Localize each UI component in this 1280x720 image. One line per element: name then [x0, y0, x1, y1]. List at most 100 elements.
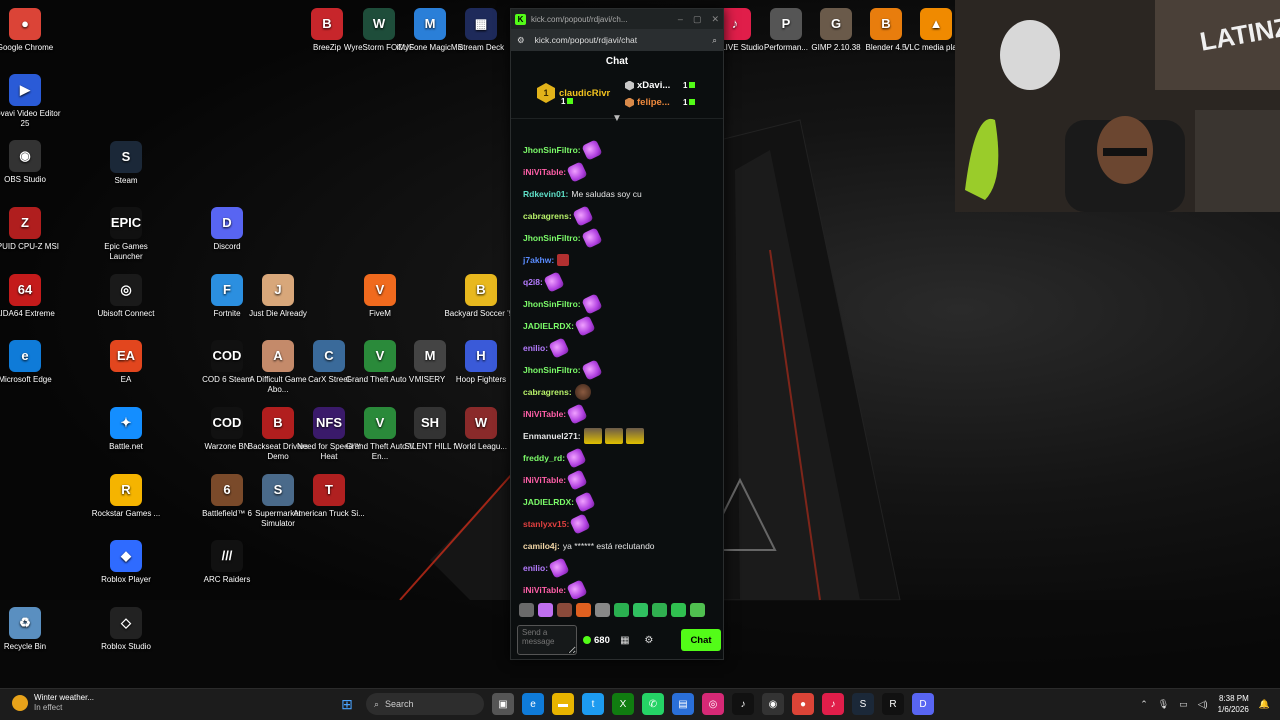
desktop-icon[interactable]: ● Google Chrome — [0, 8, 62, 53]
chat-username[interactable]: iNiViTable: — [523, 409, 566, 419]
rockstar-icon[interactable]: R — [882, 693, 904, 715]
obs-icon[interactable]: ◉ — [762, 693, 784, 715]
desktop-icon[interactable]: ▦ Stream Deck — [444, 8, 518, 53]
gear-icon[interactable]: ⚙ — [640, 631, 658, 649]
channel-points[interactable]: 680 — [583, 635, 610, 646]
whatsapp-icon[interactable]: ✆ — [642, 693, 664, 715]
desktop-icon[interactable]: W World Leagu... — [444, 407, 518, 452]
zoom-icon[interactable]: ⌕ — [712, 35, 717, 46]
volume-icon[interactable]: ◁) — [1198, 699, 1208, 710]
desktop-icon[interactable]: e Microsoft Edge — [0, 340, 62, 385]
notification-bell-icon[interactable]: 🔔 — [1259, 699, 1270, 710]
task-view-icon[interactable]: ▣ — [492, 693, 514, 715]
chat-username[interactable]: iNiViTable: — [523, 167, 566, 177]
weather-widget[interactable]: Winter weather... In effect — [12, 693, 94, 713]
minimize-icon[interactable]: – — [678, 14, 683, 25]
chat-username[interactable]: cabragrens: — [523, 211, 572, 221]
desktop-icon[interactable]: R Rockstar Games ... — [89, 474, 163, 519]
chat-username[interactable]: j7akhw: — [523, 255, 554, 265]
emote-shortcut-icon[interactable] — [652, 603, 667, 617]
instagram-icon[interactable]: ◎ — [702, 693, 724, 715]
url-text[interactable]: kick.com/popout/rdjavi/chat — [535, 35, 638, 45]
microphone-icon[interactable]: 🎙 — [1158, 699, 1169, 710]
chat-username[interactable]: q2i8: — [523, 277, 543, 287]
desktop-icon[interactable]: S Steam — [89, 141, 163, 186]
app-icon: NFS — [313, 407, 345, 439]
twitter-icon[interactable]: t — [582, 693, 604, 715]
edge-icon[interactable]: e — [522, 693, 544, 715]
desktop-icon[interactable]: D Discord — [190, 207, 264, 252]
desktop-icon[interactable]: ✦ Battle.net — [89, 407, 163, 452]
desktop-icon[interactable]: ◉ OBS Studio — [0, 140, 62, 185]
desktop-icon[interactable]: ♻ Recycle Bin — [0, 607, 62, 652]
collapse-pin-icon[interactable]: ▼ — [612, 113, 622, 124]
chat-message-list[interactable]: JhonSinFiltro: iNiViTable: Rdkevin01: Me sa… — [511, 139, 723, 599]
close-icon[interactable]: ✕ — [711, 14, 719, 25]
windows-start-icon[interactable]: ⊞ — [336, 693, 358, 715]
taskbar-search[interactable]: ⌕ Search — [366, 693, 484, 715]
chat-username[interactable]: iNiViTable: — [523, 585, 566, 595]
network-icon[interactable]: ▭ — [1179, 699, 1188, 710]
emote-shortcut-icon[interactable] — [519, 603, 534, 617]
chat-username[interactable]: enilio: — [523, 563, 548, 573]
desktop-icon[interactable]: 64 AIDA64 Extreme — [0, 274, 62, 319]
chat-username[interactable]: freddy_rd: — [523, 453, 565, 463]
emote-shortcut-icon[interactable] — [690, 603, 705, 617]
address-bar[interactable]: ⚙ kick.com/popout/rdjavi/chat ⌕ — [511, 29, 723, 51]
desktop-icon-label: OBS Studio — [4, 175, 46, 184]
chat-username[interactable]: JhonSinFiltro: — [523, 365, 581, 375]
desktop-icon[interactable]: EA EA — [89, 340, 163, 385]
chat-username[interactable]: enilio: — [523, 343, 548, 353]
top-gifter-3[interactable]: felipe... — [625, 97, 670, 108]
top-gifter-2[interactable]: xDavi... — [625, 80, 670, 91]
chrome-icon[interactable]: ● — [792, 693, 814, 715]
chat-username[interactable]: JhonSinFiltro: — [523, 299, 581, 309]
desktop-icon[interactable]: J Just Die Already — [241, 274, 315, 319]
desktop-icon[interactable]: ◆ Roblox Player — [89, 540, 163, 585]
store-icon[interactable]: ▦ — [616, 631, 634, 649]
clock[interactable]: 8:38 PM 1/6/2026 — [1218, 693, 1249, 715]
chat-username[interactable]: JhonSinFiltro: — [523, 145, 581, 155]
discord-icon[interactable]: D — [912, 693, 934, 715]
chat-username[interactable]: camilo4j: — [523, 541, 560, 551]
file-explorer-icon[interactable]: ▬ — [552, 693, 574, 715]
chat-username[interactable]: Enmanuel271: — [523, 431, 581, 441]
emote-shortcut-icon[interactable] — [576, 603, 591, 617]
emote-shortcut-icon[interactable] — [595, 603, 610, 617]
desktop-icon[interactable]: EPIC Epic Games Launcher — [89, 207, 163, 262]
desktop-icon[interactable]: /// ARC Raiders — [190, 540, 264, 585]
desktop-icon[interactable]: ◎ Ubisoft Connect — [89, 274, 163, 319]
xbox-icon[interactable]: X — [612, 693, 634, 715]
chevron-up-icon[interactable]: ⌃ — [1140, 699, 1148, 710]
top-gifter-1[interactable]: 1 claudicRivr — [537, 83, 610, 103]
chat-message-input[interactable] — [517, 625, 577, 655]
desktop-icon[interactable]: H Hoop Fighters — [444, 340, 518, 385]
browser-titlebar[interactable]: K kick.com/popout/rdjavi/ch... – ▢ ✕ — [511, 9, 723, 29]
desktop-icon[interactable]: V FiveM — [343, 274, 417, 319]
desktop-icon[interactable]: ▶ Movavi Video Editor 25 — [0, 74, 62, 129]
tiktok-live-icon[interactable]: ♪ — [822, 693, 844, 715]
chat-username[interactable]: JhonSinFiltro: — [523, 233, 581, 243]
site-settings-icon[interactable]: ⚙ — [517, 35, 525, 46]
desktop-icon[interactable]: T American Truck Si... — [292, 474, 366, 519]
emote-shortcut-icon[interactable] — [557, 603, 572, 617]
app-icon: M — [414, 340, 446, 372]
chat-username[interactable]: JADIELRDX: — [523, 321, 574, 331]
chat-send-button[interactable]: Chat — [681, 629, 721, 651]
store-app-icon[interactable]: ▤ — [672, 693, 694, 715]
chat-username[interactable]: iNiViTable: — [523, 475, 566, 485]
desktop-icon[interactable]: Z CPUID CPU-Z MSI — [0, 207, 62, 252]
chat-username[interactable]: Rdkevin01: — [523, 189, 568, 199]
chat-username[interactable]: cabragrens: — [523, 387, 572, 397]
chat-username[interactable]: JADIELRDX: — [523, 497, 574, 507]
desktop-icon[interactable]: B Backyard Soccer '98 — [444, 274, 518, 319]
steam-icon[interactable]: S — [852, 693, 874, 715]
desktop-icon[interactable]: ◇ Roblox Studio — [89, 607, 163, 652]
chat-username[interactable]: stanlyxv15: — [523, 519, 569, 529]
emote-shortcut-icon[interactable] — [671, 603, 686, 617]
emote-shortcut-icon[interactable] — [633, 603, 648, 617]
tiktok-icon[interactable]: ♪ — [732, 693, 754, 715]
emote-shortcut-icon[interactable] — [614, 603, 629, 617]
emote-shortcut-icon[interactable] — [538, 603, 553, 617]
maximize-icon[interactable]: ▢ — [693, 14, 702, 25]
